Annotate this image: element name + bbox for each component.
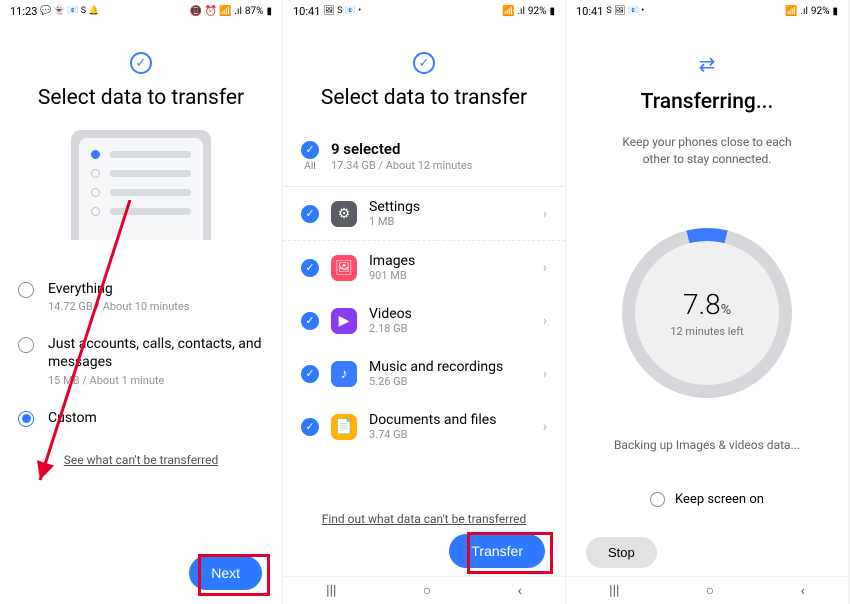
recent-apps-icon[interactable]: |||: [326, 583, 336, 599]
checkmark-icon: ✓: [301, 365, 319, 383]
status-net-icons: 📶 .ıl: [502, 6, 524, 17]
option-label: Custom: [48, 409, 264, 427]
selected-size: 17.34 GB / About 12 minutes: [331, 159, 472, 172]
item-size: 3.74 GB: [369, 428, 531, 441]
home-icon[interactable]: ○: [706, 582, 714, 599]
list-item[interactable]: ✓ ▶ Videos 2.18 GB ›: [283, 294, 565, 347]
option-custom[interactable]: Custom: [18, 409, 264, 427]
chevron-right-icon: ›: [543, 206, 547, 222]
status-text: Backing up Images & videos data...: [588, 438, 826, 452]
android-navbar: ||| ○ ‹: [283, 576, 565, 604]
link-cant-transfer[interactable]: See what can't be transferred: [0, 453, 282, 467]
status-app-icons: 🖼 S 📧 •: [323, 6, 361, 16]
status-time: 11:23: [10, 5, 37, 18]
selected-count: 9 selected: [331, 140, 472, 158]
back-icon[interactable]: ‹: [801, 583, 805, 599]
select-all-row[interactable]: ✓ All 9 selected 17.34 GB / About 12 min…: [283, 130, 565, 187]
battery-icon: ▮: [266, 6, 272, 17]
item-title: Music and recordings: [369, 359, 531, 375]
radio-icon: [18, 411, 34, 427]
chevron-right-icon: ›: [543, 313, 547, 329]
status-net-icons: 📵 ⏰ 📶 .ıl: [190, 6, 242, 17]
recent-apps-icon[interactable]: |||: [609, 583, 619, 599]
items-list: ✓ ⚙ Settings 1 MB › ✓ 🖼 Images 901 MB › …: [283, 187, 565, 508]
progress-eta: 12 minutes left: [670, 325, 743, 338]
transfer-arrows-icon: ⇄: [566, 52, 848, 76]
item-title: Documents and files: [369, 412, 531, 428]
option-accounts[interactable]: Just accounts, calls, contacts, and mess…: [18, 335, 264, 386]
keep-screen-label: Keep screen on: [675, 492, 764, 507]
item-size: 2.18 GB: [369, 322, 531, 335]
status-battery: 92%: [811, 6, 830, 17]
status-battery: 87%: [245, 6, 264, 17]
keep-screen-on-toggle[interactable]: Keep screen on: [588, 492, 826, 507]
battery-icon: ▮: [549, 6, 555, 17]
settings-icon: ⚙: [331, 201, 357, 227]
header-check-icon: ✓: [0, 52, 282, 74]
subtitle: Keep your phones close to each other to …: [588, 134, 826, 168]
status-bar: 11:23 💬 👻 📧 S 🔔 📵 ⏰ 📶 .ıl 87% ▮: [0, 0, 282, 22]
home-icon[interactable]: ○: [423, 582, 431, 599]
videos-icon: ▶: [331, 308, 357, 334]
status-time: 10:41: [576, 5, 603, 18]
list-item[interactable]: ✓ ♪ Music and recordings 5.26 GB ›: [283, 347, 565, 400]
status-time: 10:41: [293, 5, 320, 18]
music-icon: ♪: [331, 361, 357, 387]
radio-icon: [18, 337, 34, 353]
transfer-button[interactable]: Transfer: [449, 534, 545, 568]
screen-select-items: 10:41 🖼 S 📧 • 📶 .ıl 92% ▮ ✓ Select data …: [283, 0, 566, 604]
battery-icon: ▮: [832, 6, 838, 17]
progress-ring: 7.8% 12 minutes left: [588, 228, 826, 398]
status-bar: 10:41 🖼 S 📧 • 📶 .ıl 92% ▮: [283, 0, 565, 22]
illustration: [0, 130, 282, 260]
list-item[interactable]: ✓ 📄 Documents and files 3.74 GB ›: [283, 400, 565, 453]
all-label: All: [304, 161, 315, 172]
option-sub: 15 MB / About 1 minute: [48, 374, 264, 387]
item-title: Videos: [369, 306, 531, 322]
checkmark-icon: ✓: [301, 141, 319, 159]
status-bar: 10:41 S 🖼 📧 • 📶 .ıl 92% ▮: [566, 0, 848, 22]
status-app-icons: S 🖼 📧 •: [606, 6, 644, 16]
item-size: 5.26 GB: [369, 375, 531, 388]
android-navbar: ||| ○ ‹: [566, 576, 848, 604]
checkmark-icon: ✓: [301, 312, 319, 330]
screen-select-mode: 11:23 💬 👻 📧 S 🔔 📵 ⏰ 📶 .ıl 87% ▮ ✓ Select…: [0, 0, 283, 604]
status-net-icons: 📶 .ıl: [785, 6, 807, 17]
list-item[interactable]: ✓ ⚙ Settings 1 MB ›: [283, 187, 565, 241]
stop-button[interactable]: Stop: [586, 537, 657, 568]
back-icon[interactable]: ‹: [518, 583, 522, 599]
status-app-icons: 💬 👻 📧 S 🔔: [40, 6, 99, 16]
link-cant-transfer[interactable]: Find out what data can't be transferred: [283, 512, 565, 526]
images-icon: 🖼: [331, 255, 357, 281]
progress-percent: 7.8%: [683, 288, 731, 321]
documents-icon: 📄: [331, 414, 357, 440]
option-label: Everything: [48, 280, 264, 298]
page-title: Select data to transfer: [283, 86, 565, 110]
chevron-right-icon: ›: [543, 419, 547, 435]
option-label: Just accounts, calls, contacts, and mess…: [48, 335, 264, 371]
page-title: Select data to transfer: [0, 86, 282, 110]
screen-transferring: 10:41 S 🖼 📧 • 📶 .ıl 92% ▮ ⇄ Transferring…: [566, 0, 849, 604]
option-sub: 14.72 GB / About 10 minutes: [48, 300, 264, 313]
page-title: Transferring...: [566, 90, 848, 114]
header-check-icon: ✓: [283, 52, 565, 74]
item-size: 1 MB: [369, 215, 531, 228]
chevron-right-icon: ›: [543, 260, 547, 276]
chevron-right-icon: ›: [543, 366, 547, 382]
radio-icon: [18, 282, 34, 298]
item-title: Settings: [369, 199, 531, 215]
next-button[interactable]: Next: [189, 556, 262, 590]
checkmark-icon: ✓: [301, 205, 319, 223]
option-everything[interactable]: Everything 14.72 GB / About 10 minutes: [18, 280, 264, 313]
list-item[interactable]: ✓ 🖼 Images 901 MB ›: [283, 241, 565, 294]
item-size: 901 MB: [369, 269, 531, 282]
checkmark-icon: ✓: [301, 418, 319, 436]
checkmark-icon: ✓: [301, 259, 319, 277]
status-battery: 92%: [528, 6, 547, 17]
radio-icon: [650, 492, 665, 507]
item-title: Images: [369, 253, 531, 269]
